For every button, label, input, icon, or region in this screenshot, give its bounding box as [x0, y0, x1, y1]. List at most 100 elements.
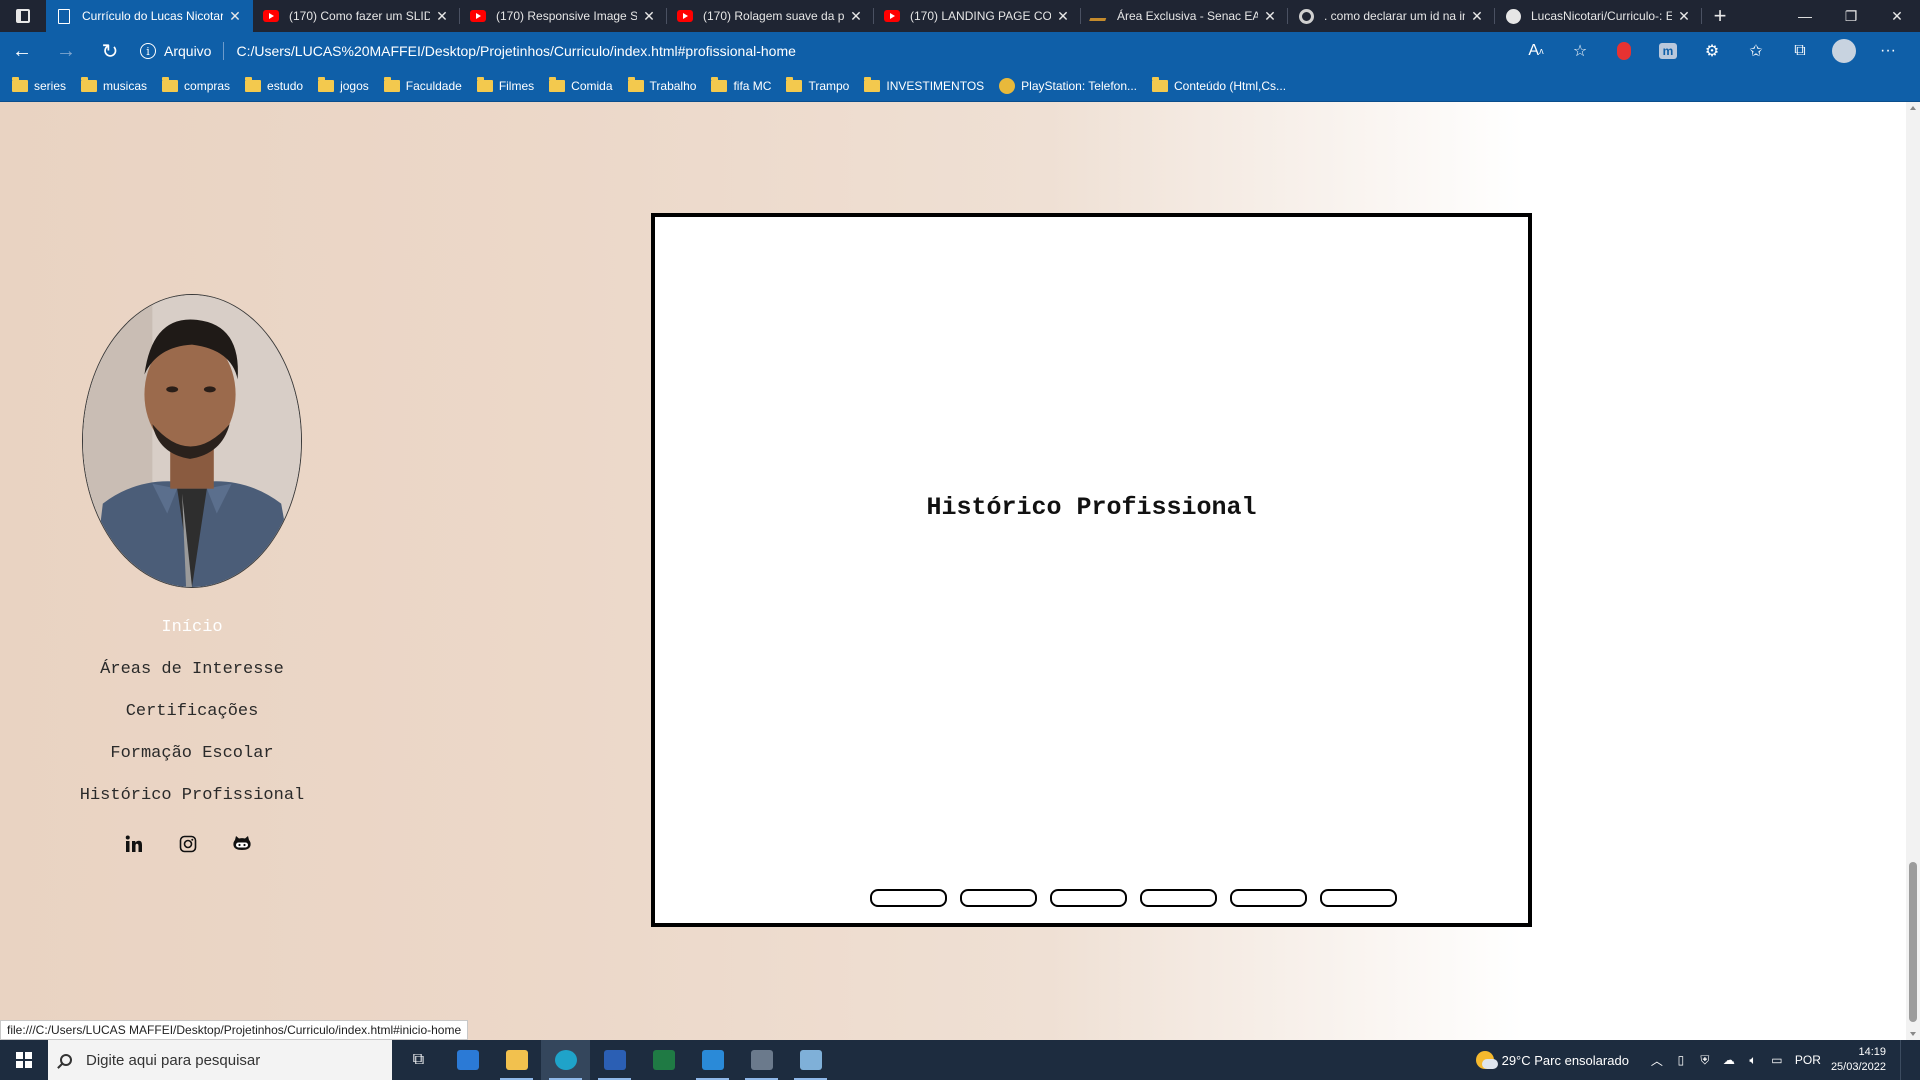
taskbar-app-calculator[interactable] — [737, 1040, 786, 1080]
bookmark-folder[interactable]: Faculdade — [383, 76, 462, 93]
security-icon[interactable]: ⛨ — [1693, 1053, 1717, 1068]
show-hidden-icons-chevron-icon[interactable]: ︿ — [1645, 1052, 1669, 1069]
folder-icon — [1152, 76, 1169, 92]
tab-title: (170) Responsive Image Sli — [496, 9, 637, 23]
browser-tab[interactable]: Currículo do Lucas Nicotari ✕ — [46, 0, 253, 32]
taskbar-app-photos[interactable] — [786, 1040, 835, 1080]
collections-icon[interactable]: ⧉ — [1778, 32, 1822, 70]
tab-title: Currículo do Lucas Nicotari — [82, 9, 223, 23]
extensions-puzzle-icon[interactable]: ⚙ — [1690, 32, 1734, 70]
volume-icon[interactable]: 🔈︎ — [1741, 1053, 1765, 1068]
clock-time: 14:19 — [1858, 1046, 1886, 1058]
browser-tab[interactable]: (170) LANDING PAGE COM ✕ — [874, 0, 1081, 32]
slider-dot[interactable] — [1140, 889, 1217, 907]
taskbar-search-box[interactable]: Digite aqui para pesquisar — [48, 1040, 392, 1080]
github-icon[interactable] — [232, 834, 252, 854]
site-info-label[interactable]: Arquivo — [164, 43, 211, 59]
url-text[interactable]: C:/Users/LUCAS%20MAFFEI/Desktop/Projetin… — [236, 43, 795, 59]
bookmark-folder[interactable]: compras — [162, 76, 230, 93]
nav-link-formacao-escolar[interactable]: Formação Escolar — [0, 733, 384, 775]
close-tab-icon[interactable]: ✕ — [1676, 8, 1692, 25]
scroll-up-arrow-icon[interactable] — [1910, 106, 1916, 110]
bookmark-label: series — [34, 78, 67, 93]
url-field[interactable]: i Arquivo C:/Users/LUCAS%20MAFFEI/Deskto… — [140, 36, 1514, 66]
taskbar-app-store[interactable] — [443, 1040, 492, 1080]
nav-link-inicio[interactable]: Início — [0, 607, 384, 649]
bookmark-link[interactable]: PlayStation: Telefon... — [999, 77, 1137, 94]
scroll-thumb[interactable] — [1909, 862, 1917, 1022]
browser-tab[interactable]: (170) Como fazer um SLIDE ✕ — [253, 0, 460, 32]
youtube-icon — [884, 8, 900, 24]
bookmark-folder[interactable]: Trampo — [786, 76, 849, 93]
slider-dot[interactable] — [960, 889, 1037, 907]
bookmark-folder[interactable]: Conteúdo (Html,Cs... — [1152, 76, 1286, 93]
system-clock[interactable]: 14:19 25/03/2022 — [1831, 1045, 1886, 1075]
slider-dot[interactable] — [1230, 889, 1307, 907]
bookmark-folder[interactable]: fifa MC — [711, 76, 771, 93]
bookmark-folder[interactable]: Filmes — [476, 76, 534, 93]
close-tab-icon[interactable]: ✕ — [641, 8, 657, 25]
read-aloud-icon[interactable]: Aʌ — [1514, 32, 1558, 70]
browser-tab[interactable]: (170) Rolagem suave da pá ✕ — [667, 0, 874, 32]
taskbar-app-excel[interactable] — [639, 1040, 688, 1080]
close-tab-icon[interactable]: ✕ — [434, 8, 450, 25]
youtube-icon — [470, 8, 486, 24]
more-options-icon[interactable]: ··· — [1866, 32, 1910, 70]
close-tab-icon[interactable]: ✕ — [1262, 8, 1278, 25]
close-tab-icon[interactable]: ✕ — [1055, 8, 1071, 25]
language-indicator[interactable]: POR — [1795, 1053, 1821, 1067]
restore-icon[interactable]: ❐ — [1828, 0, 1874, 32]
network-icon[interactable]: ▭ — [1765, 1053, 1789, 1067]
forward-button[interactable]: → — [44, 32, 88, 70]
taskbar-app-edge[interactable] — [541, 1040, 590, 1080]
bookmark-folder[interactable]: estudo — [245, 76, 303, 93]
slider-dot[interactable] — [1320, 889, 1397, 907]
browser-tab[interactable]: Área Exclusiva - Senac EAD ✕ — [1081, 0, 1288, 32]
close-window-icon[interactable]: ✕ — [1874, 0, 1920, 32]
slider-dot[interactable] — [870, 889, 947, 907]
new-tab-button[interactable]: + — [1702, 3, 1738, 29]
close-tab-icon[interactable]: ✕ — [1469, 8, 1485, 25]
bookmark-folder[interactable]: INVESTIMENTOS — [864, 76, 984, 93]
scroll-down-arrow-icon[interactable] — [1910, 1032, 1916, 1036]
senac-icon — [1089, 8, 1109, 24]
nav-link-historico-profissional[interactable]: Histórico Profissional — [0, 775, 384, 817]
browser-tab[interactable]: LucasNicotari/Curriculo-: E ✕ — [1495, 0, 1702, 32]
browser-tab[interactable]: . como declarar um id na im ✕ — [1288, 0, 1495, 32]
bookmark-folder[interactable]: Comida — [549, 76, 613, 93]
minimize-icon[interactable]: — — [1782, 0, 1828, 32]
extension-red-icon[interactable] — [1602, 32, 1646, 70]
instagram-icon[interactable] — [178, 834, 198, 854]
show-desktop-button[interactable] — [1900, 1040, 1920, 1080]
slider-dot[interactable] — [1050, 889, 1127, 907]
taskbar-app-vscode[interactable] — [688, 1040, 737, 1080]
task-view-button[interactable]: ⧉ — [394, 1040, 443, 1080]
favorites-icon[interactable]: ✩ — [1734, 32, 1778, 70]
nav-link-certificacoes[interactable]: Certificações — [0, 691, 384, 733]
bookmark-folder[interactable]: jogos — [318, 76, 369, 93]
extension-m-icon[interactable]: m — [1646, 32, 1690, 70]
taskbar-app-word[interactable] — [590, 1040, 639, 1080]
taskbar-app-file-explorer[interactable] — [492, 1040, 541, 1080]
tab-actions-menu-button[interactable] — [0, 0, 46, 32]
back-button[interactable]: ← — [0, 32, 44, 70]
info-icon[interactable]: i — [140, 43, 156, 59]
bookmark-folder[interactable]: Trabalho — [627, 76, 696, 93]
bookmark-label: Comida — [571, 78, 613, 93]
start-button[interactable] — [0, 1040, 48, 1080]
browser-tab[interactable]: (170) Responsive Image Sli ✕ — [460, 0, 667, 32]
profile-avatar-icon[interactable] — [1822, 32, 1866, 70]
add-favorite-icon[interactable]: ☆ — [1558, 32, 1602, 70]
linkedin-icon[interactable] — [124, 834, 144, 854]
weather-widget[interactable]: 29°C Parc ensolarado — [1475, 1051, 1629, 1069]
refresh-button[interactable]: ↻ — [88, 32, 132, 70]
nav-link-areas-de-interesse[interactable]: Áreas de Interesse — [0, 649, 384, 691]
bookmark-folder[interactable]: series — [12, 76, 67, 93]
close-tab-icon[interactable]: ✕ — [227, 8, 243, 25]
device-icon[interactable]: ▯ — [1669, 1053, 1693, 1067]
close-tab-icon[interactable]: ✕ — [848, 8, 864, 25]
bookmark-folder[interactable]: musicas — [81, 76, 147, 93]
bookmarks-bar: series musicas compras estudo jogos Facu… — [0, 70, 1920, 102]
onedrive-cloud-icon[interactable]: ☁ — [1717, 1053, 1741, 1067]
page-scrollbar[interactable] — [1906, 102, 1920, 1040]
